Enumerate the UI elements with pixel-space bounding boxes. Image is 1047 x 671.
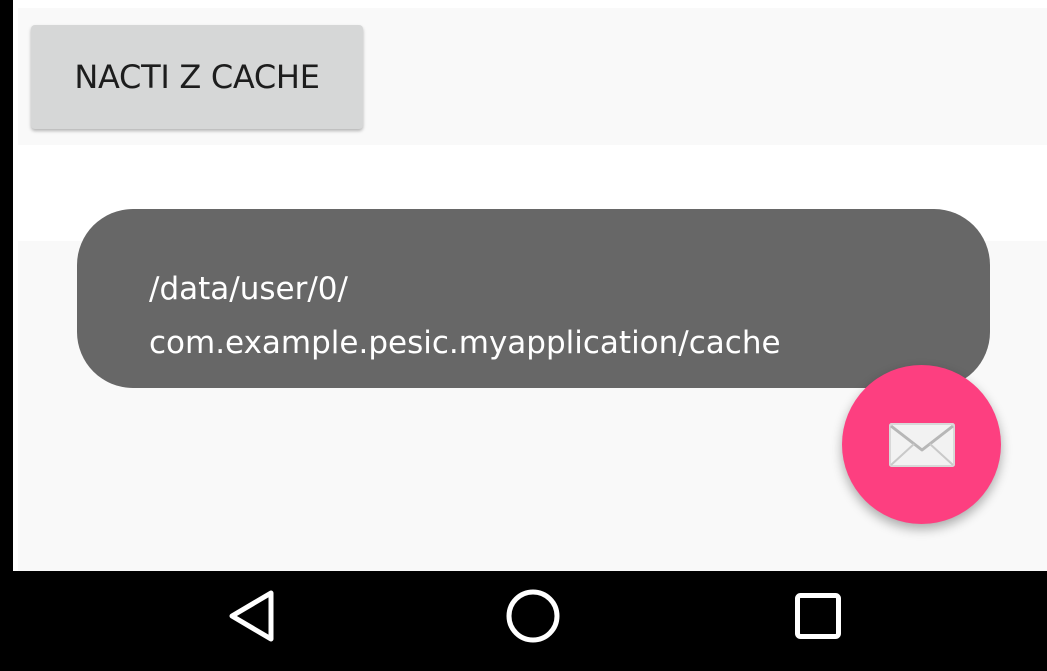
- back-button[interactable]: [201, 581, 301, 651]
- load-from-cache-button[interactable]: NACTI Z CACHE: [31, 25, 363, 129]
- home-circle-icon: [506, 589, 560, 643]
- toast-path-line-2: com.example.pesic.myapplication/cache: [149, 325, 781, 361]
- system-navigation-bar: [0, 571, 1047, 671]
- email-action-button[interactable]: [842, 365, 1001, 524]
- email-icon: [888, 422, 955, 467]
- home-button[interactable]: [483, 581, 583, 651]
- recents-square-icon: [795, 593, 841, 639]
- recent-apps-button[interactable]: [768, 581, 868, 651]
- toast-path-line-1: /data/user/0/: [149, 271, 348, 307]
- top-screen-edge: [13, 0, 1047, 8]
- android-app-screen: NACTI Z CACHE /data/user/0/ com.example.…: [0, 0, 1047, 671]
- back-triangle-icon: [229, 590, 274, 642]
- cache-path-toast: /data/user/0/ com.example.pesic.myapplic…: [77, 209, 990, 388]
